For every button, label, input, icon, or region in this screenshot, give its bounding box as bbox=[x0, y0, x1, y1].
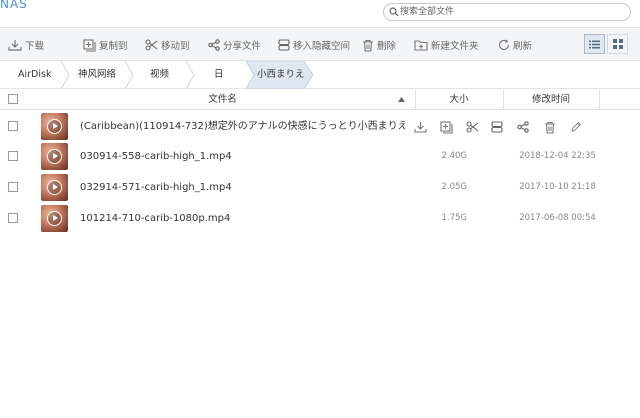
table-row[interactable]: 030914-558-carib-high_1.mp4 2.40G 2018-1… bbox=[0, 141, 640, 172]
refresh-icon bbox=[498, 39, 510, 50]
share-icon bbox=[517, 121, 529, 133]
column-header-name[interactable]: 文件名 bbox=[30, 89, 415, 110]
video-thumbnail[interactable] bbox=[41, 143, 68, 170]
share-label: 分享文件 bbox=[223, 41, 262, 52]
new-folder-icon bbox=[414, 40, 428, 51]
grid-view-toggle[interactable] bbox=[607, 34, 628, 54]
row-cut-button[interactable] bbox=[464, 119, 480, 135]
file-modified: 2017-06-08 00:54 bbox=[519, 213, 596, 223]
row-share-button[interactable] bbox=[515, 119, 531, 135]
file-name[interactable]: (Caribbean)(110914-732)想定外のアナルの快感にうっとり小西… bbox=[80, 111, 405, 142]
download-label: 下载 bbox=[25, 41, 45, 52]
download-icon bbox=[413, 122, 427, 133]
copy-icon bbox=[439, 120, 453, 134]
file-name[interactable]: 030914-558-carib-high_1.mp4 bbox=[80, 141, 380, 172]
trash-icon bbox=[363, 39, 373, 52]
file-name[interactable]: 101214-710-carib-1080p.mp4 bbox=[80, 203, 380, 234]
table-row[interactable]: 101214-710-carib-1080p.mp4 1.75G 2017-06… bbox=[0, 203, 640, 234]
breadcrumb-item-airdisk[interactable]: AirDisk bbox=[18, 61, 51, 89]
delete-button[interactable]: 删除 bbox=[362, 37, 396, 53]
video-thumbnail[interactable] bbox=[41, 205, 68, 232]
app-title: NAS bbox=[0, 0, 28, 11]
column-header-modified[interactable]: 修改时间 bbox=[503, 89, 599, 110]
breadcrumb-item-current[interactable]: 小西まりえ bbox=[257, 61, 305, 89]
row-checkbox[interactable] bbox=[8, 151, 18, 161]
new-folder-label: 新建文件夹 bbox=[431, 41, 479, 52]
copy-to-label: 复制到 bbox=[99, 41, 128, 52]
search-box[interactable] bbox=[383, 3, 631, 21]
row-checkbox[interactable] bbox=[8, 182, 18, 192]
table-header: 文件名 大小 修改时间 bbox=[0, 89, 640, 110]
file-size: 2.05G bbox=[441, 182, 467, 192]
breadcrumb-item-ri[interactable]: 日 bbox=[214, 61, 224, 89]
sort-ascending-icon[interactable] bbox=[398, 97, 405, 102]
column-header-size[interactable]: 大小 bbox=[415, 89, 503, 110]
file-size: 2.40G bbox=[441, 151, 467, 161]
breadcrumb-separator-icon bbox=[185, 61, 195, 89]
select-all-checkbox[interactable] bbox=[8, 94, 18, 104]
list-view-icon bbox=[589, 40, 600, 48]
table-row[interactable]: 032914-571-carib-high_1.mp4 2.05G 2017-1… bbox=[0, 172, 640, 203]
row-checkbox[interactable] bbox=[8, 121, 18, 131]
play-icon bbox=[47, 149, 62, 164]
file-name[interactable]: 032914-571-carib-high_1.mp4 bbox=[80, 172, 380, 203]
hidden-space-icon bbox=[278, 39, 290, 51]
move-hidden-label: 移入隐藏空间 bbox=[293, 41, 351, 52]
column-header-name-label: 文件名 bbox=[208, 94, 237, 105]
play-icon bbox=[47, 211, 62, 226]
breadcrumb-separator-icon bbox=[60, 61, 70, 89]
app-header: NAS bbox=[0, 0, 640, 27]
download-button[interactable]: 下载 bbox=[8, 37, 44, 53]
column-divider bbox=[599, 89, 600, 110]
download-icon bbox=[8, 40, 22, 51]
move-hidden-button[interactable]: 移入隐藏空间 bbox=[278, 37, 350, 53]
share-button[interactable]: 分享文件 bbox=[208, 37, 261, 53]
move-to-button[interactable]: 移动到 bbox=[145, 37, 190, 53]
file-modified: 2018-12-04 22:35 bbox=[519, 151, 596, 161]
row-rename-button[interactable] bbox=[568, 119, 584, 135]
breadcrumb-separator-icon bbox=[124, 61, 134, 89]
video-thumbnail[interactable] bbox=[41, 113, 68, 140]
hidden-space-icon bbox=[491, 121, 503, 133]
pencil-icon bbox=[571, 121, 582, 132]
column-header-modified-label: 修改时间 bbox=[531, 94, 570, 105]
scissors-icon bbox=[145, 39, 158, 51]
share-icon bbox=[208, 39, 220, 51]
list-view-toggle[interactable] bbox=[584, 34, 605, 54]
row-checkbox[interactable] bbox=[8, 213, 18, 223]
row-delete-button[interactable] bbox=[542, 119, 558, 135]
scissors-icon bbox=[465, 121, 478, 133]
refresh-button[interactable]: 刷新 bbox=[498, 37, 532, 53]
new-folder-button[interactable]: 新建文件夹 bbox=[414, 37, 479, 53]
move-to-label: 移动到 bbox=[161, 41, 190, 52]
search-icon bbox=[389, 7, 399, 17]
file-size: 1.75G bbox=[441, 213, 467, 223]
video-thumbnail[interactable] bbox=[41, 174, 68, 201]
column-header-size-label: 大小 bbox=[449, 94, 469, 105]
row-download-button[interactable] bbox=[412, 119, 428, 135]
grid-view-icon bbox=[612, 39, 623, 49]
row-copy-button[interactable] bbox=[438, 119, 454, 135]
copy-to-button[interactable]: 复制到 bbox=[83, 37, 128, 53]
play-icon bbox=[47, 119, 62, 134]
trash-icon bbox=[545, 121, 555, 134]
refresh-label: 刷新 bbox=[513, 41, 533, 52]
delete-label: 删除 bbox=[377, 41, 397, 52]
toolbar: 下载 复制到 移动到 分享文件 移入隐藏空间 删除 新建文件夹 刷新 bbox=[0, 27, 640, 61]
table-row[interactable]: (Caribbean)(110914-732)想定外のアナルの快感にうっとり小西… bbox=[0, 111, 640, 142]
breadcrumb: AirDisk 神风网络 视频 日 小西まりえ bbox=[0, 61, 640, 89]
file-modified: 2017-10-10 21:18 bbox=[519, 182, 596, 192]
row-hide-button[interactable] bbox=[489, 119, 505, 135]
copy-icon bbox=[83, 38, 96, 52]
search-input[interactable] bbox=[400, 5, 625, 19]
breadcrumb-item-video[interactable]: 视频 bbox=[150, 61, 169, 89]
breadcrumb-item-network[interactable]: 神风网络 bbox=[78, 61, 116, 89]
play-icon bbox=[47, 180, 62, 195]
